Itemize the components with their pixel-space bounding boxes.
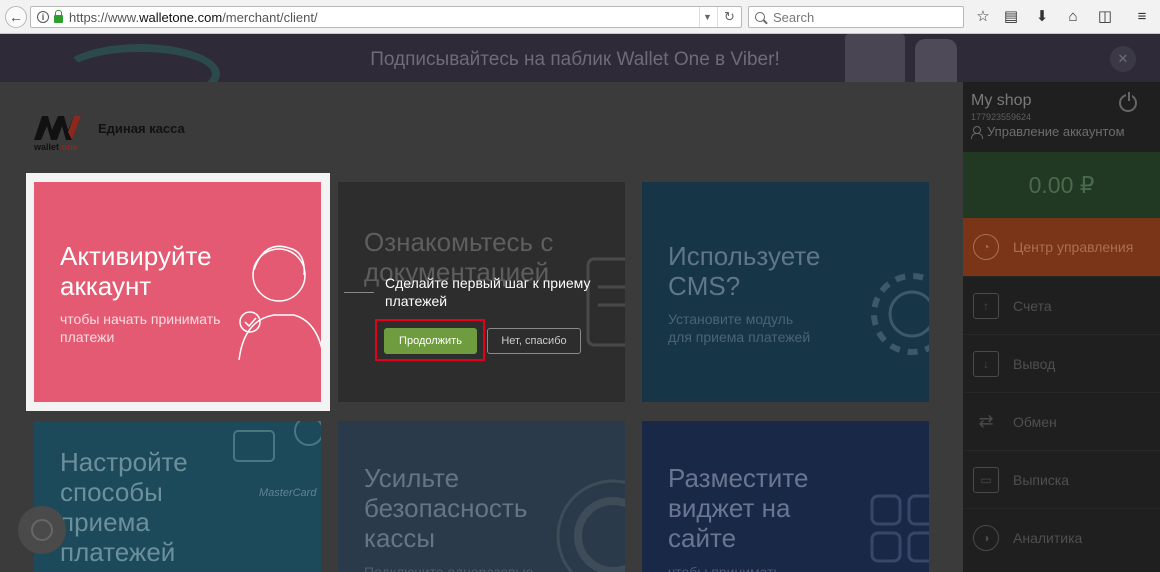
home-icon[interactable]: ⌂ [1063, 7, 1083, 27]
search-placeholder: Search [773, 9, 815, 25]
exchange-icon: ⇄ [978, 411, 994, 431]
balance: 0.00 ₽ [963, 152, 1160, 218]
tile-subtitle: чтобы начать принимать платежи [60, 311, 221, 345]
url-path: /merchant/client/ [222, 9, 318, 25]
tile-title: Усильте безопасность кассы [364, 463, 528, 553]
tile-subtitle: Подключите одноразовые [364, 564, 534, 572]
sidebar-item-label: Аналитика [1013, 529, 1083, 546]
page-title: Единая касса [98, 121, 185, 136]
account-management-link[interactable]: Управление аккаунтом [971, 124, 1125, 139]
sidebar-item-statement[interactable]: ▭ Выписка [963, 450, 1160, 508]
logo-wordmark: wallet one [34, 142, 78, 152]
gear-icon [871, 273, 929, 355]
chevron-down-icon[interactable]: ▼ [699, 7, 715, 27]
bookmark-star-icon[interactable]: ☆ [973, 7, 993, 27]
user-icon [971, 125, 983, 139]
sidebar-item-label: Выписка [1013, 471, 1070, 488]
sidebar-item-label: Обмен [1013, 413, 1057, 430]
pocket-icon[interactable]: ◫ [1095, 7, 1115, 27]
url-prefix: https://www. [69, 9, 140, 25]
shop-name: My shop [971, 92, 1032, 109]
tile-widget[interactable]: Разместите виджет на сайте чтобы принимать [642, 421, 929, 572]
tile-activate-account[interactable]: Активируйте аккаунт чтобы начать принимат… [34, 182, 321, 402]
shop-id: 177923559624 [971, 112, 1032, 122]
sidebar-item-invoices[interactable]: ↑ Счета [963, 276, 1160, 334]
tile-title: Разместите виджет на сайте [668, 463, 809, 553]
sidebar: My shop 177923559624 Управление аккаунто… [963, 82, 1160, 572]
support-chat-button[interactable] [18, 506, 66, 554]
sidebar-item-exchange[interactable]: ⇄ Обмен [963, 392, 1160, 450]
tile-title: Активируйте аккаунт [60, 241, 212, 301]
browser-toolbar: ← i https://www. walletone.com/merchant/c… [0, 0, 1160, 34]
widget-grid-icon [870, 494, 929, 563]
svg-text:MasterCard: MasterCard [259, 487, 317, 499]
tile-subtitle: чтобы принимать [668, 564, 781, 572]
onboarding-message: Сделайте первый шаг к приему платежей [385, 275, 591, 309]
security-gear-icon [556, 479, 625, 572]
reading-list-icon[interactable]: ▤ [1001, 7, 1021, 27]
sidebar-item-label: Вывод [1013, 355, 1056, 372]
continue-button[interactable]: Продолжить [384, 328, 477, 354]
no-thanks-button[interactable]: Нет, спасибо [487, 328, 581, 354]
walletone-logo[interactable] [34, 114, 82, 142]
page-content: Подписывайтесь на паблик Wallet One в Vi… [0, 34, 1160, 572]
sidebar-item-analytics[interactable]: ◑ Аналитика [963, 508, 1160, 566]
analytics-icon: ◑ [973, 524, 999, 551]
power-icon[interactable] [1119, 92, 1137, 112]
url-domain: walletone.com [139, 9, 223, 25]
sidebar-item-withdraw[interactable]: ↓ Вывод [963, 334, 1160, 392]
promo-banner[interactable]: Подписывайтесь на паблик Wallet One в Vi… [0, 34, 1160, 104]
reload-icon[interactable]: ↻ [717, 7, 741, 27]
withdraw-icon: ↓ [973, 350, 999, 377]
banner-text: Подписывайтесь на паблик Wallet One в Vi… [370, 49, 780, 70]
lock-icon [54, 9, 63, 23]
tile-title: Используете CMS? [668, 241, 821, 301]
tile-title: Настройте способы приема платежей [60, 447, 188, 567]
search-input[interactable]: Search [748, 6, 964, 28]
download-icon[interactable]: ⬇ [1032, 7, 1052, 27]
account-label: Управление аккаунтом [987, 124, 1125, 139]
url-bar[interactable]: i https://www. walletone.com/merchant/cli… [30, 6, 742, 28]
info-icon[interactable]: i [37, 11, 49, 23]
tile-payment-methods[interactable]: MasterCard Настройте способы приема платеже… [34, 421, 321, 572]
statement-icon: ▭ [973, 466, 999, 493]
tile-cms[interactable]: Используете CMS? Установите модуль для при… [642, 182, 929, 402]
sidebar-item-dashboard[interactable]: ◔ Центр управления [963, 218, 1160, 276]
popup-pointer-line [344, 292, 374, 293]
payment-cards-icon: MasterCard [233, 421, 321, 499]
close-icon[interactable]: ✕ [1110, 46, 1136, 72]
invoice-icon: ↑ [973, 292, 999, 319]
menu-icon[interactable]: ≡ [1132, 7, 1152, 27]
sidebar-item-label: Центр управления [1013, 239, 1134, 255]
person-illustration-icon [238, 245, 321, 360]
sidebar-item-label: Счета [1013, 297, 1052, 314]
headset-icon [31, 519, 53, 541]
tile-subtitle: Установите модуль для приема платежей [668, 311, 811, 345]
gauge-icon: ◔ [973, 234, 999, 260]
tile-security[interactable]: Усильте безопасность кассы Подключите одно… [338, 421, 625, 572]
back-button[interactable]: ← [5, 6, 27, 28]
search-icon [755, 12, 765, 22]
